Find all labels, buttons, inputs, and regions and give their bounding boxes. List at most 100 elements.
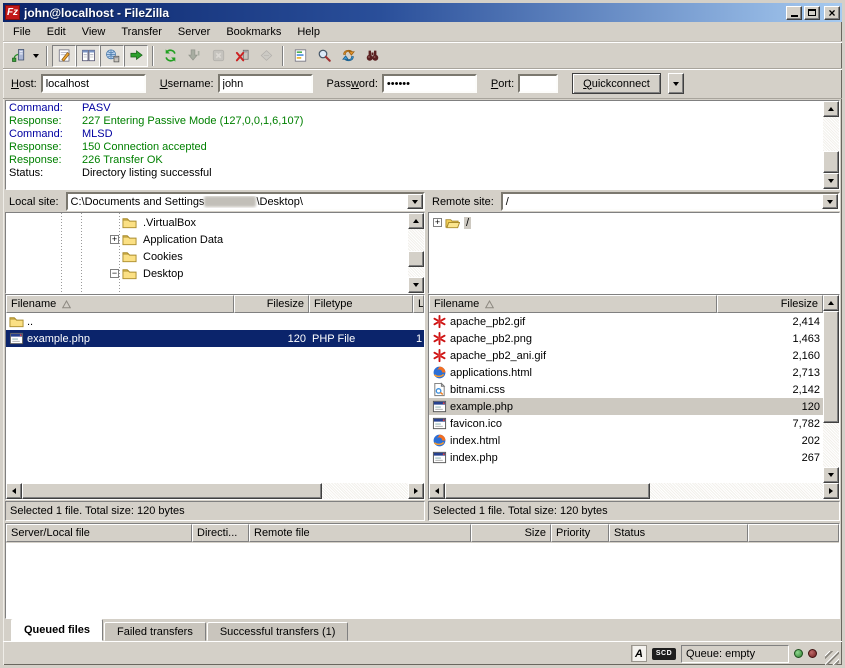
minimize-button[interactable] (786, 6, 802, 20)
maximize-button[interactable] (804, 6, 820, 20)
scroll-right-button[interactable] (408, 483, 424, 499)
scroll-track[interactable] (823, 117, 839, 173)
remote-list-hscrollbar[interactable] (429, 483, 839, 499)
tree-item-desktop[interactable]: −Desktop (6, 265, 408, 282)
local-column-filename[interactable]: Filename (6, 295, 234, 313)
queue-column-extra[interactable] (748, 524, 839, 542)
local-column-l[interactable]: L (413, 295, 424, 313)
scroll-thumb[interactable] (823, 151, 839, 173)
scroll-down-button[interactable] (823, 173, 839, 189)
queue-column-size[interactable]: Size (471, 524, 551, 542)
remote-site-combo[interactable]: / (501, 192, 840, 211)
toggle-remote-tree-button[interactable] (100, 45, 124, 67)
collapse-icon[interactable]: − (110, 269, 119, 278)
scroll-track[interactable] (445, 483, 823, 499)
host-label: Host: (11, 78, 37, 90)
host-input[interactable] (41, 74, 146, 93)
app-file-icon (432, 416, 447, 431)
local-list-hscrollbar[interactable] (6, 483, 424, 499)
toggle-message-log-button[interactable] (52, 45, 76, 67)
tree-item-cookies[interactable]: Cookies (6, 248, 408, 265)
directory-comparison-button[interactable] (312, 45, 336, 67)
toggle-transfer-queue-button[interactable] (124, 45, 148, 67)
remote-column-filename[interactable]: Filename (429, 295, 717, 313)
image-file-icon (432, 331, 447, 346)
scroll-track[interactable] (22, 483, 408, 499)
file-row-example.php[interactable]: example.php120PHP File1 (6, 330, 424, 347)
synchronized-browsing-button[interactable] (336, 45, 360, 67)
local-column-filetype[interactable]: Filetype (309, 295, 413, 313)
local-site-dropdown-button[interactable] (407, 194, 423, 209)
scroll-up-button[interactable] (408, 213, 424, 229)
file-row-..[interactable]: .. (6, 313, 424, 330)
scroll-down-button[interactable] (408, 277, 424, 293)
file-row-favicon.ico[interactable]: favicon.ico7,782 (429, 415, 823, 432)
reconnect-icon (259, 48, 274, 63)
queue-column-server-local-file[interactable]: Server/Local file (6, 524, 192, 542)
local-tree-scrollbar[interactable] (408, 213, 424, 293)
queue-column-priority[interactable]: Priority (551, 524, 609, 542)
site-manager-button[interactable] (6, 45, 30, 67)
queue-column-status[interactable]: Status (609, 524, 748, 542)
scroll-right-button[interactable] (823, 483, 839, 499)
remote-list-scrollbar[interactable] (823, 295, 839, 483)
queue-column-directi-[interactable]: Directi... (192, 524, 249, 542)
scroll-down-button[interactable] (823, 467, 839, 483)
scroll-thumb[interactable] (823, 311, 839, 423)
close-button[interactable]: × (824, 6, 840, 20)
site-manager-dropdown-button[interactable] (30, 45, 42, 67)
resize-grip[interactable] (825, 651, 839, 665)
quickconnect-button[interactable]: Quickconnect (572, 73, 661, 94)
menu-file[interactable]: File (5, 24, 39, 40)
menu-view[interactable]: View (74, 24, 114, 40)
tree-item-root[interactable]: +/ (429, 214, 839, 231)
scroll-track[interactable] (823, 311, 839, 467)
menu-edit[interactable]: Edit (39, 24, 74, 40)
scroll-thumb[interactable] (445, 483, 650, 499)
file-row-apache-pb2.png[interactable]: apache_pb2.png1,463 (429, 330, 823, 347)
scroll-thumb[interactable] (22, 483, 322, 499)
file-row-index.html[interactable]: index.html202 (429, 432, 823, 449)
quickconnect-dropdown-button[interactable] (668, 73, 684, 94)
tab-successful-transfers-1-[interactable]: Successful transfers (1) (207, 622, 349, 641)
menu-help[interactable]: Help (289, 24, 328, 40)
username-input[interactable] (218, 74, 313, 93)
password-input[interactable] (382, 74, 477, 93)
expand-icon[interactable]: + (433, 218, 442, 227)
message-log-scrollbar[interactable] (823, 101, 839, 189)
tab-failed-transfers[interactable]: Failed transfers (104, 622, 206, 641)
file-row-apache-pb2-ani.gif[interactable]: apache_pb2_ani.gif2,160 (429, 347, 823, 364)
scroll-thumb[interactable] (408, 251, 424, 267)
expand-icon[interactable]: + (110, 235, 119, 244)
scroll-up-button[interactable] (823, 295, 839, 311)
scroll-left-button[interactable] (429, 483, 445, 499)
queue-column-remote-file[interactable]: Remote file (249, 524, 471, 542)
refresh-button[interactable] (158, 45, 182, 67)
file-row-bitnami.css[interactable]: bitnami.css2,142 (429, 381, 823, 398)
directory-filter-button[interactable] (288, 45, 312, 67)
scroll-left-button[interactable] (6, 483, 22, 499)
scroll-up-button[interactable] (823, 101, 839, 117)
menu-server[interactable]: Server (170, 24, 218, 40)
toggle-local-tree-button[interactable] (76, 45, 100, 67)
find-files-button[interactable] (360, 45, 384, 67)
port-input[interactable] (518, 74, 558, 93)
menu-transfer[interactable]: Transfer (113, 24, 170, 40)
remote-selection-status: Selected 1 file. Total size: 120 bytes (428, 501, 840, 521)
file-row-apache-pb2.gif[interactable]: apache_pb2.gif2,414 (429, 313, 823, 330)
file-row-applications.html[interactable]: applications.html2,713 (429, 364, 823, 381)
folder-icon (122, 232, 137, 247)
tab-queued-files[interactable]: Queued files (11, 619, 103, 641)
file-row-index.php[interactable]: index.php267 (429, 449, 823, 466)
file-row-example.php[interactable]: example.php120 (429, 398, 823, 415)
local-column-filesize[interactable]: Filesize (234, 295, 309, 313)
disconnect-button[interactable] (230, 45, 254, 67)
tree-item--virtualbox[interactable]: .VirtualBox (6, 214, 408, 231)
scroll-track[interactable] (408, 229, 424, 277)
tree-item-application-data[interactable]: +Application Data (6, 231, 408, 248)
remote-site-dropdown-button[interactable] (822, 194, 838, 209)
ascii-transfer-type-icon: A (631, 645, 647, 662)
menu-bookmarks[interactable]: Bookmarks (218, 24, 289, 40)
local-site-combo[interactable]: C:\Documents and Settings\Desktop\ (66, 192, 425, 211)
remote-column-filesize[interactable]: Filesize (717, 295, 823, 313)
